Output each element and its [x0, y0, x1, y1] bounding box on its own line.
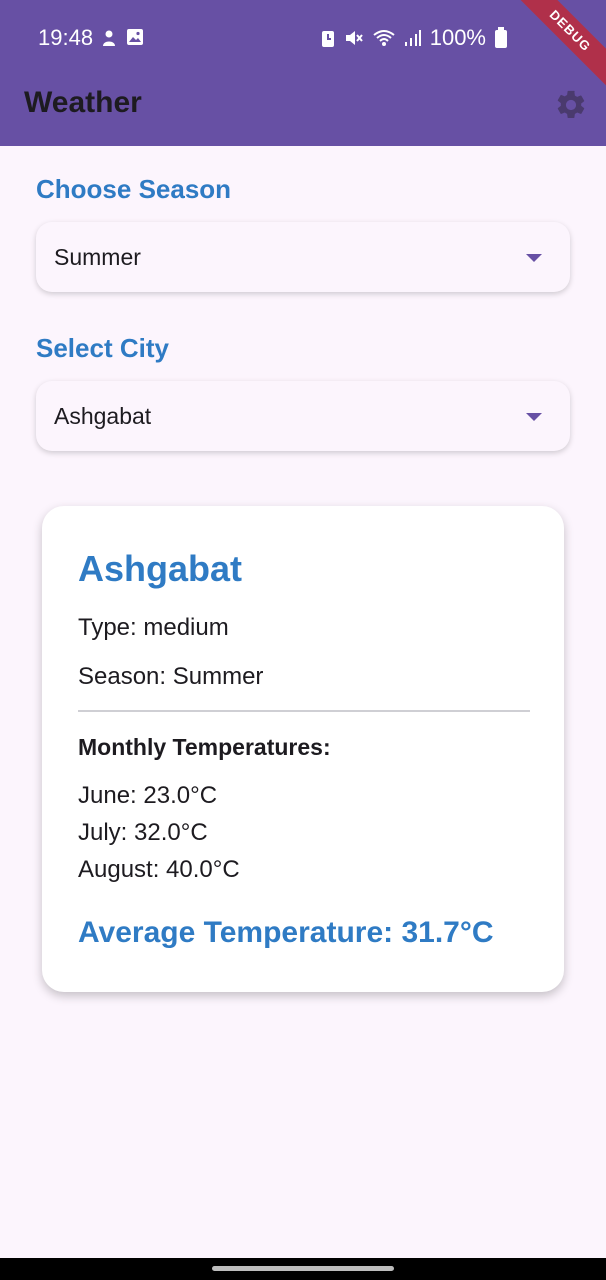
status-notification-icons [100, 28, 144, 48]
status-time: 19:48 [38, 25, 94, 50]
alarm-icon [321, 31, 334, 47]
city-label: Select City [36, 333, 169, 363]
gear-icon[interactable] [554, 88, 588, 122]
battery-percent: 100% [429, 25, 486, 50]
wifi-icon [373, 30, 395, 46]
average-temperature: Average Temperature: 31.7°C [78, 916, 494, 949]
image-icon [127, 29, 143, 45]
month-temperature-july: July: 32.0°C [78, 819, 208, 846]
debug-banner: DEBUG [516, 0, 606, 90]
season-dropdown[interactable]: Summer [36, 222, 570, 292]
home-gesture-handle[interactable] [212, 1266, 394, 1271]
city-type: Type: medium [78, 614, 229, 641]
city-selected-value: Ashgabat [54, 402, 152, 429]
monthly-temperatures-title: Monthly Temperatures: [78, 734, 331, 760]
battery-icon [495, 27, 507, 48]
signal-icon [404, 30, 421, 46]
system-navigation-bar [0, 1258, 606, 1280]
status-system-icons: 100% [320, 25, 508, 51]
mute-icon [345, 31, 363, 45]
season-label: Choose Season [36, 174, 232, 204]
debug-banner-label: DEBUG [516, 0, 606, 90]
chevron-down-icon [526, 413, 542, 421]
divider [78, 710, 530, 712]
app-bar: 19:48 100% Weather DEBUG [0, 0, 606, 146]
city-dropdown[interactable]: Ashgabat [36, 381, 570, 451]
app-title: Weather [24, 86, 142, 119]
month-temperature-august: August: 40.0°C [78, 856, 240, 883]
weather-card: Ashgabat Type: medium Season: Summer Mon… [42, 506, 564, 992]
notification-icon [103, 30, 115, 46]
chevron-down-icon [526, 254, 542, 262]
month-temperature-june: June: 23.0°C [78, 782, 218, 809]
season-selected-value: Summer [54, 243, 141, 270]
city-season: Season: Summer [78, 663, 264, 690]
card-city-name: Ashgabat [78, 548, 243, 589]
